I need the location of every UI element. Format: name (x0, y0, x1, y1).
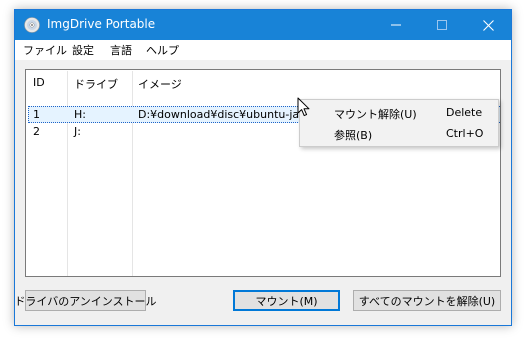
mouse-pointer-icon (297, 97, 311, 120)
maximize-icon (437, 20, 447, 30)
context-item-label: 参照(B) (334, 129, 373, 142)
unmount-all-button[interactable]: すべてのマウントを解除(U) (353, 290, 501, 311)
row-drive: H: (74, 108, 86, 121)
close-icon (482, 19, 494, 31)
maximize-button[interactable] (419, 10, 465, 40)
context-item-browse[interactable]: 参照(B) Ctrl+O (300, 123, 498, 143)
uninstall-driver-button[interactable]: ドライバのアンインストール (14, 290, 157, 311)
row-id: 2 (33, 125, 40, 138)
title-bar[interactable]: ImgDrive Portable (15, 10, 511, 40)
close-button[interactable] (465, 10, 511, 40)
column-divider[interactable] (132, 71, 133, 276)
column-divider[interactable] (67, 71, 68, 276)
context-item-shortcut: Ctrl+O (446, 127, 484, 140)
menu-bar: ファイル 設定 言語 ヘルプ (15, 40, 511, 60)
context-item-label: マウント解除(U) (334, 108, 417, 121)
minimize-icon (391, 20, 401, 30)
context-item-unmount[interactable]: マウント解除(U) Delete (300, 102, 498, 122)
column-header-id[interactable]: ID (33, 76, 45, 89)
row-id: 1 (33, 108, 40, 121)
mount-button[interactable]: マウント(M) (233, 290, 340, 311)
menu-file[interactable]: ファイル (23, 42, 67, 58)
window-title: ImgDrive Portable (47, 17, 156, 31)
menu-language[interactable]: 言語 (110, 42, 132, 58)
menu-settings[interactable]: 設定 (72, 42, 94, 58)
column-header-drive[interactable]: ドライブ (74, 76, 118, 92)
row-drive: J: (74, 125, 81, 138)
column-header-image[interactable]: イメージ (138, 76, 182, 92)
menu-help[interactable]: ヘルプ (146, 42, 179, 58)
app-window: ImgDrive Portable ファイル 設定 言語 ヘルプ ID ドライブ… (14, 9, 512, 326)
context-item-shortcut: Delete (446, 106, 483, 119)
context-menu: マウント解除(U) Delete 参照(B) Ctrl+O (299, 99, 499, 147)
disc-icon (24, 17, 40, 33)
minimize-button[interactable] (373, 10, 419, 40)
